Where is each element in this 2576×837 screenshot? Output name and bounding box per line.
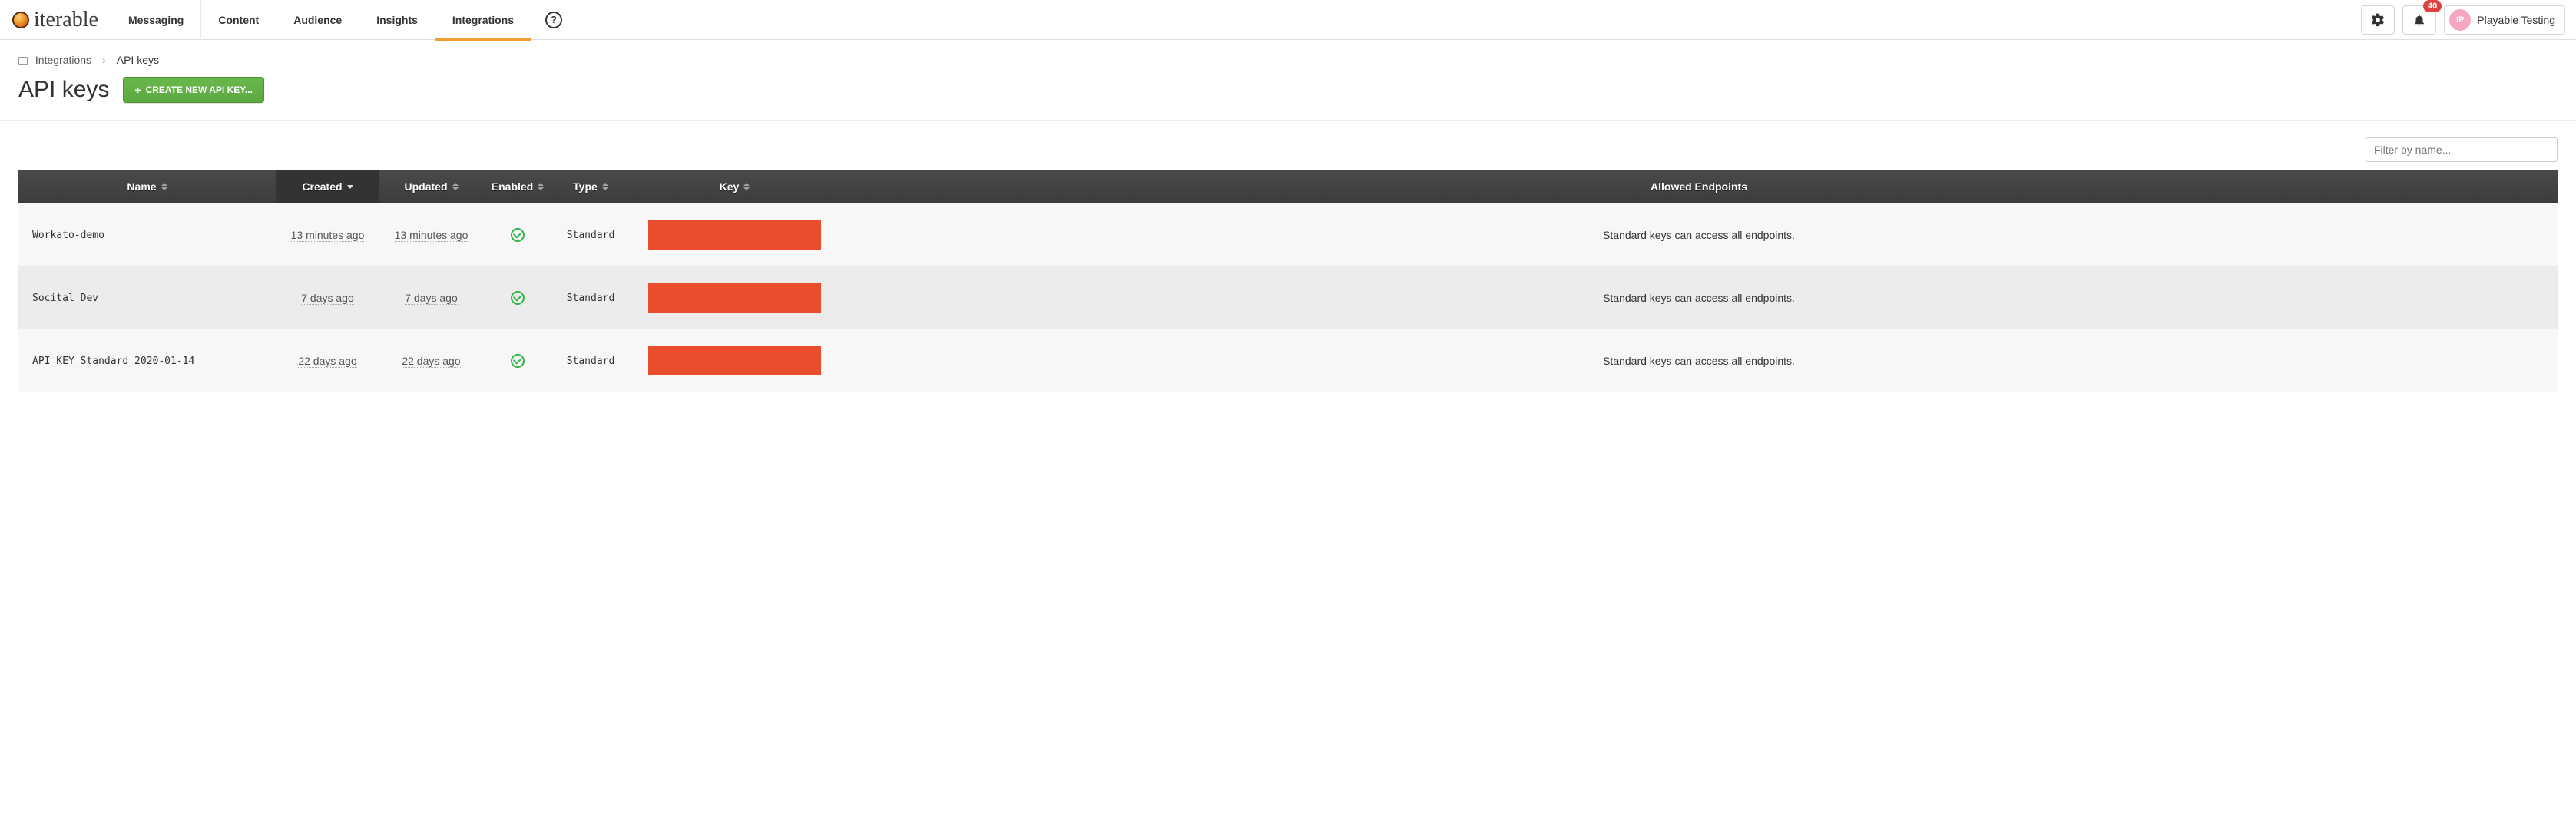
nav-integrations[interactable]: Integrations <box>435 0 531 40</box>
gear-icon <box>2370 12 2386 28</box>
cell-endpoints: Standard keys can access all endpoints. <box>840 275 2558 321</box>
api-keys-table: Name Created Updated Enabled Type Key Al… <box>18 170 2558 392</box>
nav-label: Messaging <box>128 14 184 26</box>
nav-label: Insights <box>376 14 418 26</box>
logo-mark-icon <box>12 12 29 28</box>
breadcrumb: Integrations › API keys <box>0 40 2576 66</box>
nav-messaging[interactable]: Messaging <box>111 0 201 40</box>
help-icon: ? <box>545 12 562 28</box>
notification-count-badge: 40 <box>2423 0 2442 12</box>
column-label: Enabled <box>492 180 533 193</box>
table-header: Name Created Updated Enabled Type Key Al… <box>18 170 2558 203</box>
cell-name: Workato-demo <box>18 213 276 258</box>
cell-updated: 13 minutes ago <box>395 229 469 242</box>
chevron-right-icon: › <box>102 54 106 66</box>
table-row: Workato-demo 13 minutes ago 13 minutes a… <box>18 203 2558 266</box>
top-nav: iterable Messaging Content Audience Insi… <box>0 0 2576 40</box>
create-button-label: CREATE NEW API KEY... <box>146 84 253 95</box>
column-header-key[interactable]: Key <box>629 170 840 203</box>
column-header-name[interactable]: Name <box>18 170 276 203</box>
column-header-updated[interactable]: Updated <box>379 170 483 203</box>
key-redacted <box>648 346 821 375</box>
column-label: Created <box>302 180 342 193</box>
cell-created: 13 minutes ago <box>291 229 365 242</box>
filter-row <box>0 121 2576 170</box>
sort-icon <box>452 183 459 190</box>
column-label: Updated <box>405 180 448 193</box>
enabled-check-icon <box>511 354 525 368</box>
nav-label: Integrations <box>452 14 514 26</box>
breadcrumb-parent[interactable]: Integrations <box>18 54 91 66</box>
page-title: API keys <box>18 77 109 103</box>
bell-icon <box>2412 13 2426 27</box>
column-header-type[interactable]: Type <box>552 170 629 203</box>
cell-endpoints: Standard keys can access all endpoints. <box>840 338 2558 384</box>
column-label: Key <box>720 180 740 193</box>
help-button[interactable]: ? <box>531 12 576 28</box>
column-label: Type <box>573 180 598 193</box>
cell-created: 7 days ago <box>301 292 354 305</box>
settings-button[interactable] <box>2361 5 2395 35</box>
filter-input[interactable] <box>2366 137 2558 162</box>
cell-type: Standard <box>552 213 629 258</box>
key-redacted <box>648 283 821 313</box>
column-header-created[interactable]: Created <box>276 170 379 203</box>
cell-endpoints: Standard keys can access all endpoints. <box>840 212 2558 258</box>
sort-desc-icon <box>347 185 353 189</box>
sort-icon <box>602 183 608 190</box>
sort-icon <box>161 183 167 190</box>
create-api-key-button[interactable]: + CREATE NEW API KEY... <box>123 77 264 103</box>
title-row: API keys + CREATE NEW API KEY... <box>0 66 2576 121</box>
table-body: Workato-demo 13 minutes ago 13 minutes a… <box>18 203 2558 392</box>
cell-created: 22 days ago <box>298 355 356 368</box>
table-row: API_KEY_Standard_2020-01-14 22 days ago … <box>18 329 2558 392</box>
breadcrumb-parent-label: Integrations <box>35 54 91 66</box>
cell-updated: 22 days ago <box>402 355 460 368</box>
avatar: IP <box>2449 9 2471 31</box>
cell-type: Standard <box>552 276 629 321</box>
logo[interactable]: iterable <box>0 0 111 40</box>
column-label: Name <box>127 180 156 193</box>
nav-audience[interactable]: Audience <box>276 0 359 40</box>
enabled-check-icon <box>511 291 525 305</box>
nav-label: Audience <box>293 14 342 26</box>
key-redacted <box>648 220 821 250</box>
nav-content[interactable]: Content <box>201 0 276 40</box>
notifications-button[interactable]: 40 <box>2402 5 2436 35</box>
plus-icon: + <box>134 84 141 95</box>
logo-text: iterable <box>34 8 98 32</box>
sort-icon <box>743 183 750 190</box>
cell-type: Standard <box>552 339 629 384</box>
user-menu[interactable]: IP Playable Testing <box>2444 5 2565 35</box>
folder-icon <box>18 57 28 65</box>
column-label: Allowed Endpoints <box>1651 180 1747 193</box>
breadcrumb-current: API keys <box>117 54 159 66</box>
column-header-endpoints[interactable]: Allowed Endpoints <box>840 170 2558 203</box>
enabled-check-icon <box>511 228 525 242</box>
sort-icon <box>538 183 544 190</box>
user-name: Playable Testing <box>2477 14 2555 26</box>
nav-label: Content <box>218 14 259 26</box>
cell-name: Socital Dev <box>18 276 276 321</box>
cell-name: API_KEY_Standard_2020-01-14 <box>18 339 276 384</box>
table-row: Socital Dev 7 days ago 7 days ago Standa… <box>18 266 2558 329</box>
column-header-enabled[interactable]: Enabled <box>483 170 552 203</box>
nav-insights[interactable]: Insights <box>359 0 435 40</box>
cell-updated: 7 days ago <box>405 292 458 305</box>
